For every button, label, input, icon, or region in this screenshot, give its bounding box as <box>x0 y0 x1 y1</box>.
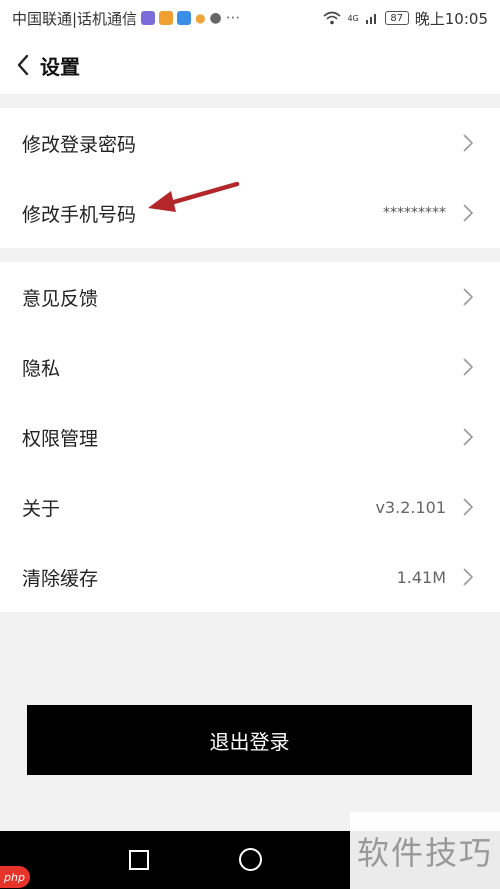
php-badge: php <box>0 866 30 888</box>
row-label: 意见反馈 <box>22 287 99 310</box>
chevron-right-icon <box>463 428 473 446</box>
permissions-row[interactable]: 权限管理 <box>0 402 500 472</box>
status-left: 中国联通|话机通信 ● ● ··· <box>12 8 240 29</box>
chevron-right-icon <box>463 498 473 516</box>
recent-apps-icon[interactable] <box>129 850 149 870</box>
chevron-left-icon <box>17 54 29 76</box>
status-bar: 中国联通|话机通信 ● ● ··· 4G 87 晚上10:05 <box>0 0 500 36</box>
notification-app-icon <box>159 11 174 25</box>
logout-button[interactable]: 退出登录 <box>27 705 472 775</box>
chevron-right-icon <box>463 568 473 586</box>
masked-phone-value: ********* <box>383 205 446 221</box>
feedback-row[interactable]: 意见反馈 <box>0 262 500 332</box>
row-label: 修改登录密码 <box>22 133 137 156</box>
notification-fire-icon: ● <box>195 11 206 25</box>
network-type-label: 4G <box>347 13 359 23</box>
annotation-arrow-icon <box>148 181 240 212</box>
signal-icon <box>365 14 376 24</box>
back-button[interactable] <box>16 54 30 76</box>
notification-more-icon: ··· <box>225 9 241 27</box>
status-right: 4G 87 晚上10:05 <box>323 8 488 29</box>
notification-message-icon: ● <box>209 10 222 26</box>
row-label: 关于 <box>22 497 61 520</box>
general-settings-group: 意见反馈 隐私 权限管理 关于 v3.2.101 清除缓存 1.41M <box>0 262 500 612</box>
notification-app-icon <box>141 11 156 25</box>
notification-shield-icon <box>177 11 192 25</box>
clock: 晚上10:05 <box>414 9 488 28</box>
change-password-row[interactable]: 修改登录密码 <box>0 108 500 178</box>
battery-level: 87 <box>390 12 404 24</box>
clear-cache-row[interactable]: 清除缓存 1.41M <box>0 542 500 612</box>
row-label: 修改手机号码 <box>22 203 137 226</box>
wifi-icon <box>323 11 341 25</box>
header: 设置 <box>0 36 500 94</box>
chevron-right-icon <box>463 288 473 306</box>
cache-size-value: 1.41M <box>396 567 446 587</box>
page-title: 设置 <box>40 54 80 79</box>
row-label: 权限管理 <box>22 427 99 450</box>
watermark: 软件技巧 <box>350 812 500 889</box>
chevron-right-icon <box>463 358 473 376</box>
about-row[interactable]: 关于 v3.2.101 <box>0 472 500 542</box>
chevron-right-icon <box>463 134 473 152</box>
home-icon[interactable] <box>239 848 262 871</box>
carrier-label: 中国联通|话机通信 <box>12 9 138 28</box>
battery-icon: 87 <box>384 11 409 25</box>
account-settings-group: 修改登录密码 修改手机号码 ********* <box>0 108 500 248</box>
privacy-row[interactable]: 隐私 <box>0 332 500 402</box>
version-value: v3.2.101 <box>375 497 446 517</box>
chevron-right-icon <box>463 204 473 222</box>
row-label: 隐私 <box>22 357 61 380</box>
row-label: 清除缓存 <box>22 567 99 590</box>
change-phone-row[interactable]: 修改手机号码 ********* <box>0 178 500 248</box>
